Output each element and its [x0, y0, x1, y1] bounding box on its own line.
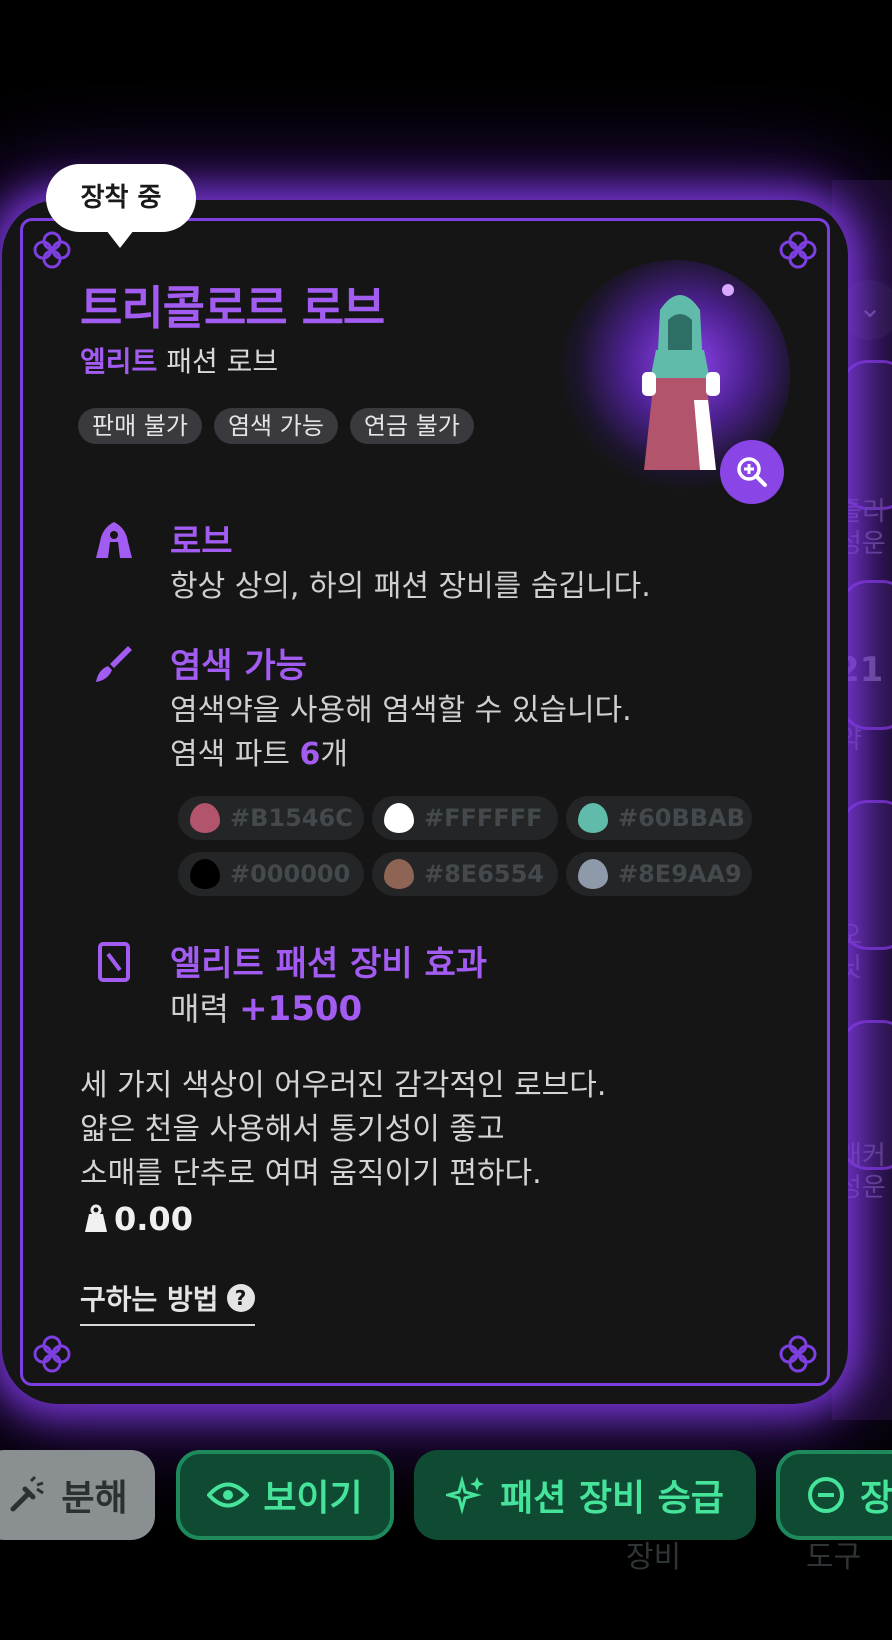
fashion-upgrade-button[interactable]: 패션 장비 승급 [414, 1450, 756, 1540]
robe-icon [92, 518, 136, 562]
weight-icon [85, 1204, 107, 1232]
item-subtitle: 엘리트 패션 로브 [80, 340, 278, 380]
show-button[interactable]: 보이기 [176, 1450, 394, 1540]
dye-swatch[interactable]: #60BBAB [566, 796, 752, 840]
eye-icon [207, 1482, 250, 1508]
equipped-badge: 장착 중 [46, 164, 196, 248]
how-to-obtain-label: 구하는 방법 [80, 1283, 219, 1316]
description-line: 세 가지 색상이 어우러진 감각적인 로브다. [80, 1068, 607, 1103]
minus-circle-icon [808, 1477, 844, 1513]
dye-swatch[interactable]: #B1546C [178, 796, 364, 840]
fashion-card-icon [92, 940, 136, 984]
corner-ornament-icon [30, 1332, 74, 1376]
robe-figure-icon [642, 284, 734, 470]
dye-section-text: 염색약을 사용해 염색할 수 있습니다. [170, 693, 632, 728]
show-label: 보이기 [263, 1478, 363, 1519]
dye-hex: #FFFFFF [424, 804, 543, 832]
item-tags: 판매 불가 염색 가능 연금 불가 [78, 408, 474, 444]
dye-drop-icon [578, 803, 608, 833]
unequip-label: 장 [860, 1478, 892, 1519]
dye-drop-icon [578, 859, 608, 889]
effect-stat: 매력 +1500 [170, 989, 363, 1029]
dye-hex: #60BBAB [618, 804, 745, 832]
item-name: 트리콜로르 로브 [80, 281, 385, 335]
robe-section-text: 항상 상의, 하의 패션 장비를 숨깁니다. [170, 569, 651, 604]
item-description: 세 가지 색상이 어우러진 감각적인 로브다. 얇은 천을 사용해서 통기성이 … [80, 1064, 606, 1196]
dye-drop-icon [190, 803, 220, 833]
dye-swatch[interactable]: #000000 [178, 852, 364, 896]
dye-swatch[interactable]: #8E6554 [372, 852, 558, 896]
description-line: 소매를 단추로 여며 움직이기 편하다. [80, 1156, 542, 1191]
item-grade: 엘리트 [80, 345, 158, 378]
fashion-upgrade-label: 패션 장비 승급 [500, 1478, 724, 1519]
robe-section-title: 로브 [170, 522, 233, 562]
corner-ornament-icon [776, 1332, 820, 1376]
dye-drop-icon [190, 859, 220, 889]
description-line: 얇은 천을 사용해서 통기성이 좋고 [80, 1112, 505, 1147]
how-to-obtain-link[interactable]: 구하는 방법 ? [80, 1278, 255, 1326]
tag-not-sellable: 판매 불가 [78, 408, 202, 444]
help-icon: ? [226, 1284, 255, 1312]
dye-hex: #8E6554 [424, 860, 544, 888]
dye-drop-icon [384, 803, 414, 833]
dye-hex: #B1546C [230, 804, 353, 832]
zoom-button[interactable] [720, 440, 784, 504]
dye-color-list: #B1546C #FFFFFF #60BBAB #000000 #8E6554 … [178, 796, 752, 896]
tag-not-alchemy: 연금 불가 [349, 408, 474, 444]
dye-hex: #8E9AA9 [618, 860, 742, 888]
dye-swatch[interactable]: #8E9AA9 [566, 852, 752, 896]
dye-section-title: 염색 가능 [170, 646, 307, 686]
dye-swatch[interactable]: #FFFFFF [372, 796, 558, 840]
disassemble-label: 분해 [61, 1478, 128, 1519]
dye-parts-count: 염색 파트 6개 [170, 737, 348, 772]
dye-hex: #000000 [230, 860, 351, 888]
corner-ornament-icon [30, 228, 74, 272]
disassemble-icon [10, 1475, 45, 1512]
item-category: 패션 로브 [166, 345, 279, 378]
zoom-in-icon [737, 457, 767, 487]
effect-section-title: 엘리트 패션 장비 효과 [170, 944, 488, 984]
tag-dyeable: 염색 가능 [213, 408, 338, 444]
item-price: 0.00 [84, 1200, 193, 1238]
disassemble-button[interactable]: 분해 [0, 1450, 155, 1540]
unequip-button[interactable]: 장 [776, 1450, 892, 1540]
dye-brush-icon [92, 642, 136, 686]
price-value: 0.00 [114, 1200, 193, 1238]
sparkle-icon [446, 1475, 485, 1515]
dye-drop-icon [384, 859, 414, 889]
